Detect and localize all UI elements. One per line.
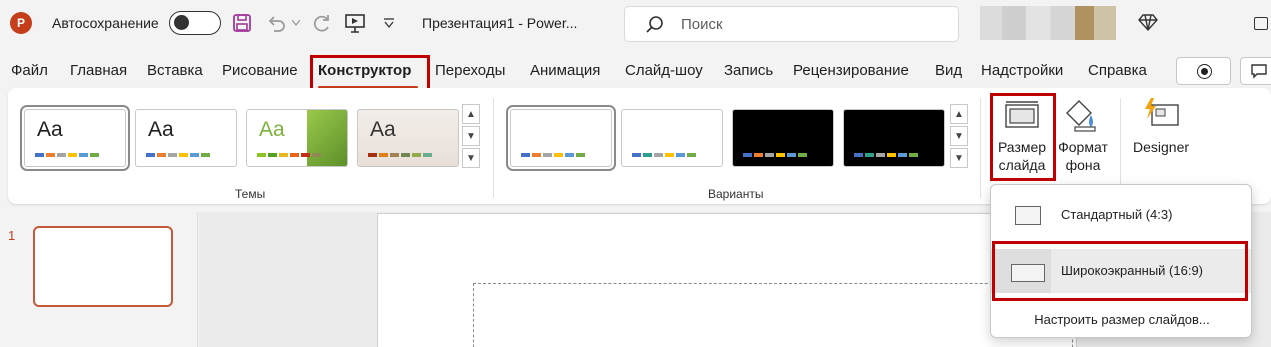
document-title[interactable]: Презентация1 - Power... [422,15,577,31]
format-background-label: Формат [1058,139,1108,155]
tab-transitions[interactable]: Переходы [435,62,505,79]
themes-group-label: Темы [235,187,266,201]
title-bar: P Автосохранение Презентация1 - Power...… [0,0,1271,46]
tab-view[interactable]: Вид [935,62,962,79]
redo-icon[interactable] [311,12,333,34]
gallery-more-icon[interactable]: ▼ [950,148,968,168]
theme-2[interactable]: Aa [135,109,237,167]
theme-facet-accent [307,110,347,166]
theme-color-bars [146,153,210,157]
slideshow-icon[interactable] [344,12,366,34]
variant-1[interactable] [506,105,616,171]
variant-color-bars [521,153,585,157]
toggle-knob [174,15,189,30]
theme-office[interactable]: Aa [20,105,130,171]
comments-button[interactable] [1240,57,1271,85]
group-divider [493,98,494,198]
widescreen-highlight [992,241,1248,301]
tab-insert[interactable]: Вставка [147,62,203,79]
theme-color-bars [35,153,99,157]
tab-record[interactable]: Запись [724,62,773,79]
undo-dropdown-icon[interactable] [292,12,300,34]
format-background-label-2: фона [1065,157,1101,173]
gallery-more-icon[interactable]: ▼ [462,148,480,168]
save-icon[interactable] [232,12,252,34]
autosave-label: Автосохранение [52,15,159,31]
tab-draw[interactable]: Рисование [222,62,298,79]
format-background-icon [1065,99,1099,136]
slide-size-highlight [990,93,1056,181]
slide-thumbnail[interactable] [33,226,173,307]
variant-3[interactable] [732,109,834,167]
theme-sample-text: Aa [148,118,174,141]
variants-gallery-scroll: ▲ ▼ ▼ [950,104,968,170]
standard-4-3-label: Стандартный (4:3) [1061,207,1173,222]
ribbon-tabs: Файл Главная Вставка Рисование Конструкт… [0,52,1271,90]
tab-home[interactable]: Главная [70,62,127,79]
tab-animations[interactable]: Анимация [530,62,600,79]
theme-sample-text: Aa [37,118,63,141]
premium-diamond-icon[interactable] [1138,12,1158,35]
format-background-button[interactable]: Формат фона [1058,99,1108,177]
tab-review[interactable]: Рецензирование [793,62,909,79]
slide-number: 1 [8,228,16,243]
record-button[interactable] [1176,57,1231,85]
scroll-up-icon[interactable]: ▲ [950,104,968,124]
designer-icon [1142,97,1180,132]
powerpoint-logo-icon: P [10,12,32,34]
scroll-up-icon[interactable]: ▲ [462,104,480,124]
variant-color-bars [743,153,807,157]
restore-window-button[interactable] [1254,17,1268,30]
search-placeholder: Поиск [681,16,723,33]
tab-slideshow[interactable]: Слайд-шоу [625,62,703,79]
designer-label: Designer [1132,139,1190,155]
standard-4-3-option[interactable]: Стандартный (4:3) [991,193,1251,237]
theme-facet[interactable]: Aa [246,109,348,167]
account-area[interactable] [980,6,1116,40]
undo-icon[interactable] [265,12,287,34]
variant-color-bars [854,153,918,157]
variant-4[interactable] [843,109,945,167]
autosave-toggle[interactable] [169,11,221,35]
variant-2[interactable] [621,109,723,167]
scroll-down-icon[interactable]: ▼ [462,126,480,146]
search-icon [645,15,665,38]
title-placeholder[interactable] [473,283,1073,347]
customize-toolbar-icon[interactable] [383,12,395,34]
custom-slide-size-link[interactable]: Настроить размер слайдов... [991,312,1253,327]
variants-group-label: Варианты [708,187,764,201]
theme-sample-text: Aa [259,118,285,141]
theme-4[interactable]: Aa [357,109,459,167]
standard-aspect-icon [1015,206,1041,225]
scroll-down-icon[interactable]: ▼ [950,126,968,146]
group-divider [980,98,981,198]
record-dot [1201,68,1208,75]
group-divider [1120,98,1121,198]
search-box[interactable]: Поиск [624,6,959,42]
tab-file[interactable]: Файл [11,62,48,79]
tab-help[interactable]: Справка [1088,62,1147,79]
theme-color-bars [257,153,321,157]
tab-addins[interactable]: Надстройки [981,62,1063,79]
designer-button[interactable]: Designer [1128,97,1194,169]
theme-color-bars [368,153,432,157]
variant-color-bars [632,153,696,157]
theme-sample-text: Aa [370,118,396,141]
comment-icon [1250,63,1268,82]
themes-gallery-scroll: ▲ ▼ ▼ [462,104,480,170]
